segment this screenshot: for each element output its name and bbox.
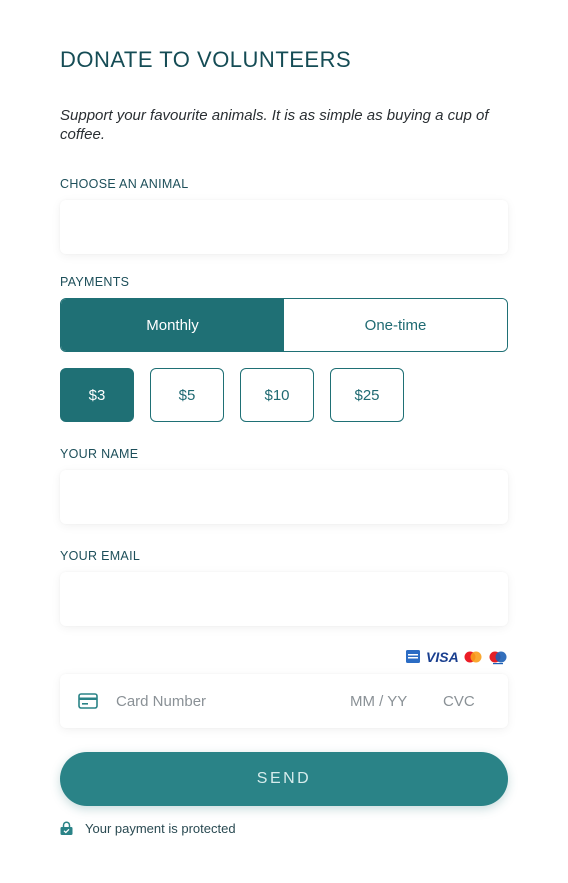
payment-frequency-toggle: Monthly One-time [60, 298, 508, 352]
amex-icon [406, 650, 420, 663]
mastercard-icon [464, 651, 482, 663]
name-label: YOUR NAME [60, 447, 139, 461]
card-number-input[interactable]: Card Number [116, 693, 206, 710]
card-cvc-input[interactable]: CVC [443, 693, 475, 710]
form-subtitle: Support your favourite animals. It is as… [60, 107, 489, 143]
payment-protected-note: Your payment is protected [60, 819, 236, 837]
page-title: DONATE TO VOLUNTEERS [60, 47, 352, 72]
lock-icon [60, 821, 73, 835]
credit-card-icon [78, 693, 98, 709]
name-input[interactable] [60, 470, 508, 524]
card-brand-logos: VISA [406, 649, 508, 665]
card-brands-svg: VISA [406, 649, 507, 665]
animal-label: CHOOSE AN ANIMAL [60, 177, 189, 191]
payments-label: PAYMENTS [60, 275, 130, 289]
amount-10-button[interactable]: $10 [240, 368, 314, 422]
monthly-option[interactable]: Monthly [61, 299, 284, 351]
animal-input[interactable] [60, 200, 508, 254]
amount-5-button[interactable]: $5 [150, 368, 224, 422]
send-button[interactable]: SEND [60, 752, 508, 806]
amount-25-button[interactable]: $25 [330, 368, 404, 422]
email-input[interactable] [60, 572, 508, 626]
card-details-field[interactable]: Card Number MM / YY CVC [60, 674, 508, 728]
maestro-icon [489, 651, 507, 665]
protected-text: Your payment is protected [85, 820, 236, 836]
visa-icon: VISA [426, 649, 459, 665]
card-expiry-input[interactable]: MM / YY [350, 693, 407, 710]
email-label: YOUR EMAIL [60, 549, 141, 563]
amount-3-button[interactable]: $3 [60, 368, 134, 422]
one-time-option[interactable]: One-time [284, 299, 507, 351]
